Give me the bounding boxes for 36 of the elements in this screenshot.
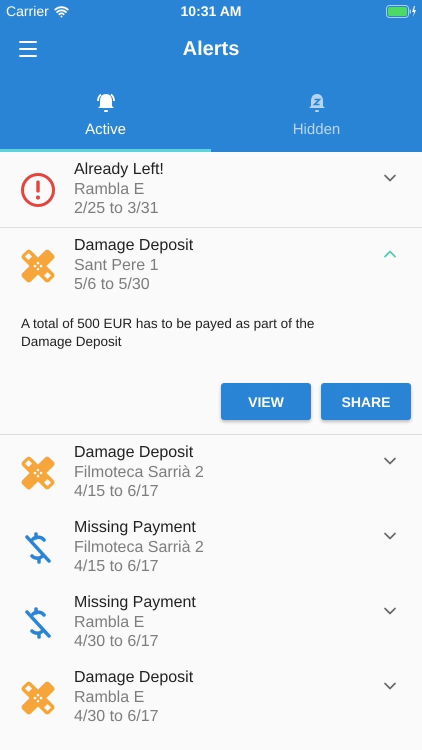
crossed-dollar-icon xyxy=(24,606,52,640)
bandage-icon xyxy=(21,248,55,282)
exclamation-icon xyxy=(20,172,56,208)
alert-dates: 2/25 to 3/31 xyxy=(74,199,160,218)
alert-title: Missing Payment xyxy=(74,518,197,538)
crossed-dollar-icon xyxy=(24,530,52,564)
alert-title: Damage Deposit xyxy=(74,668,194,688)
alert-dates: 4/15 to 6/17 xyxy=(74,482,160,501)
clock-time: 10:31 AM xyxy=(180,3,242,19)
wifi-icon xyxy=(54,4,69,18)
alert-dates: 4/30 to 6/17 xyxy=(74,632,160,651)
screen-title: Alerts xyxy=(182,38,240,60)
ringing-bell-icon xyxy=(94,92,116,112)
action-button[interactable]: SHARE xyxy=(321,383,411,420)
alert-description: A total of 500 EUR has to be payed as part of the Damage Deposit xyxy=(21,315,316,351)
action-button[interactable]: VIEW xyxy=(221,383,311,420)
alert-place: Rambla E xyxy=(74,180,146,199)
alert-place: Filmoteca Sarrià 2 xyxy=(74,463,205,482)
bandage-icon xyxy=(21,680,55,714)
alert-dates: 4/15 to 6/17 xyxy=(74,557,160,576)
alert-place: Rambla E xyxy=(74,688,146,707)
bandage-icon xyxy=(21,456,55,490)
alert-place: Sant Pere 1 xyxy=(74,256,160,275)
alert-dates: 4/30 to 6/17 xyxy=(74,707,160,726)
tab[interactable]: Hidden xyxy=(211,76,422,152)
alert-place: Rambla E xyxy=(74,613,146,632)
alert-dates: 5/6 to 5/30 xyxy=(74,275,151,294)
carrier-name: Carrier xyxy=(6,3,49,19)
alert-title: Already Left! xyxy=(74,160,165,180)
alert-title: Damage Deposit xyxy=(74,443,194,463)
tab[interactable]: Active xyxy=(0,76,211,152)
alert-title: Missing Payment xyxy=(74,593,197,613)
battery-icon xyxy=(386,4,416,18)
alert-place: Filmoteca Sarrià 2 xyxy=(74,538,205,557)
alert-title: Damage Deposit xyxy=(74,236,194,256)
bell-z-icon xyxy=(308,92,326,112)
